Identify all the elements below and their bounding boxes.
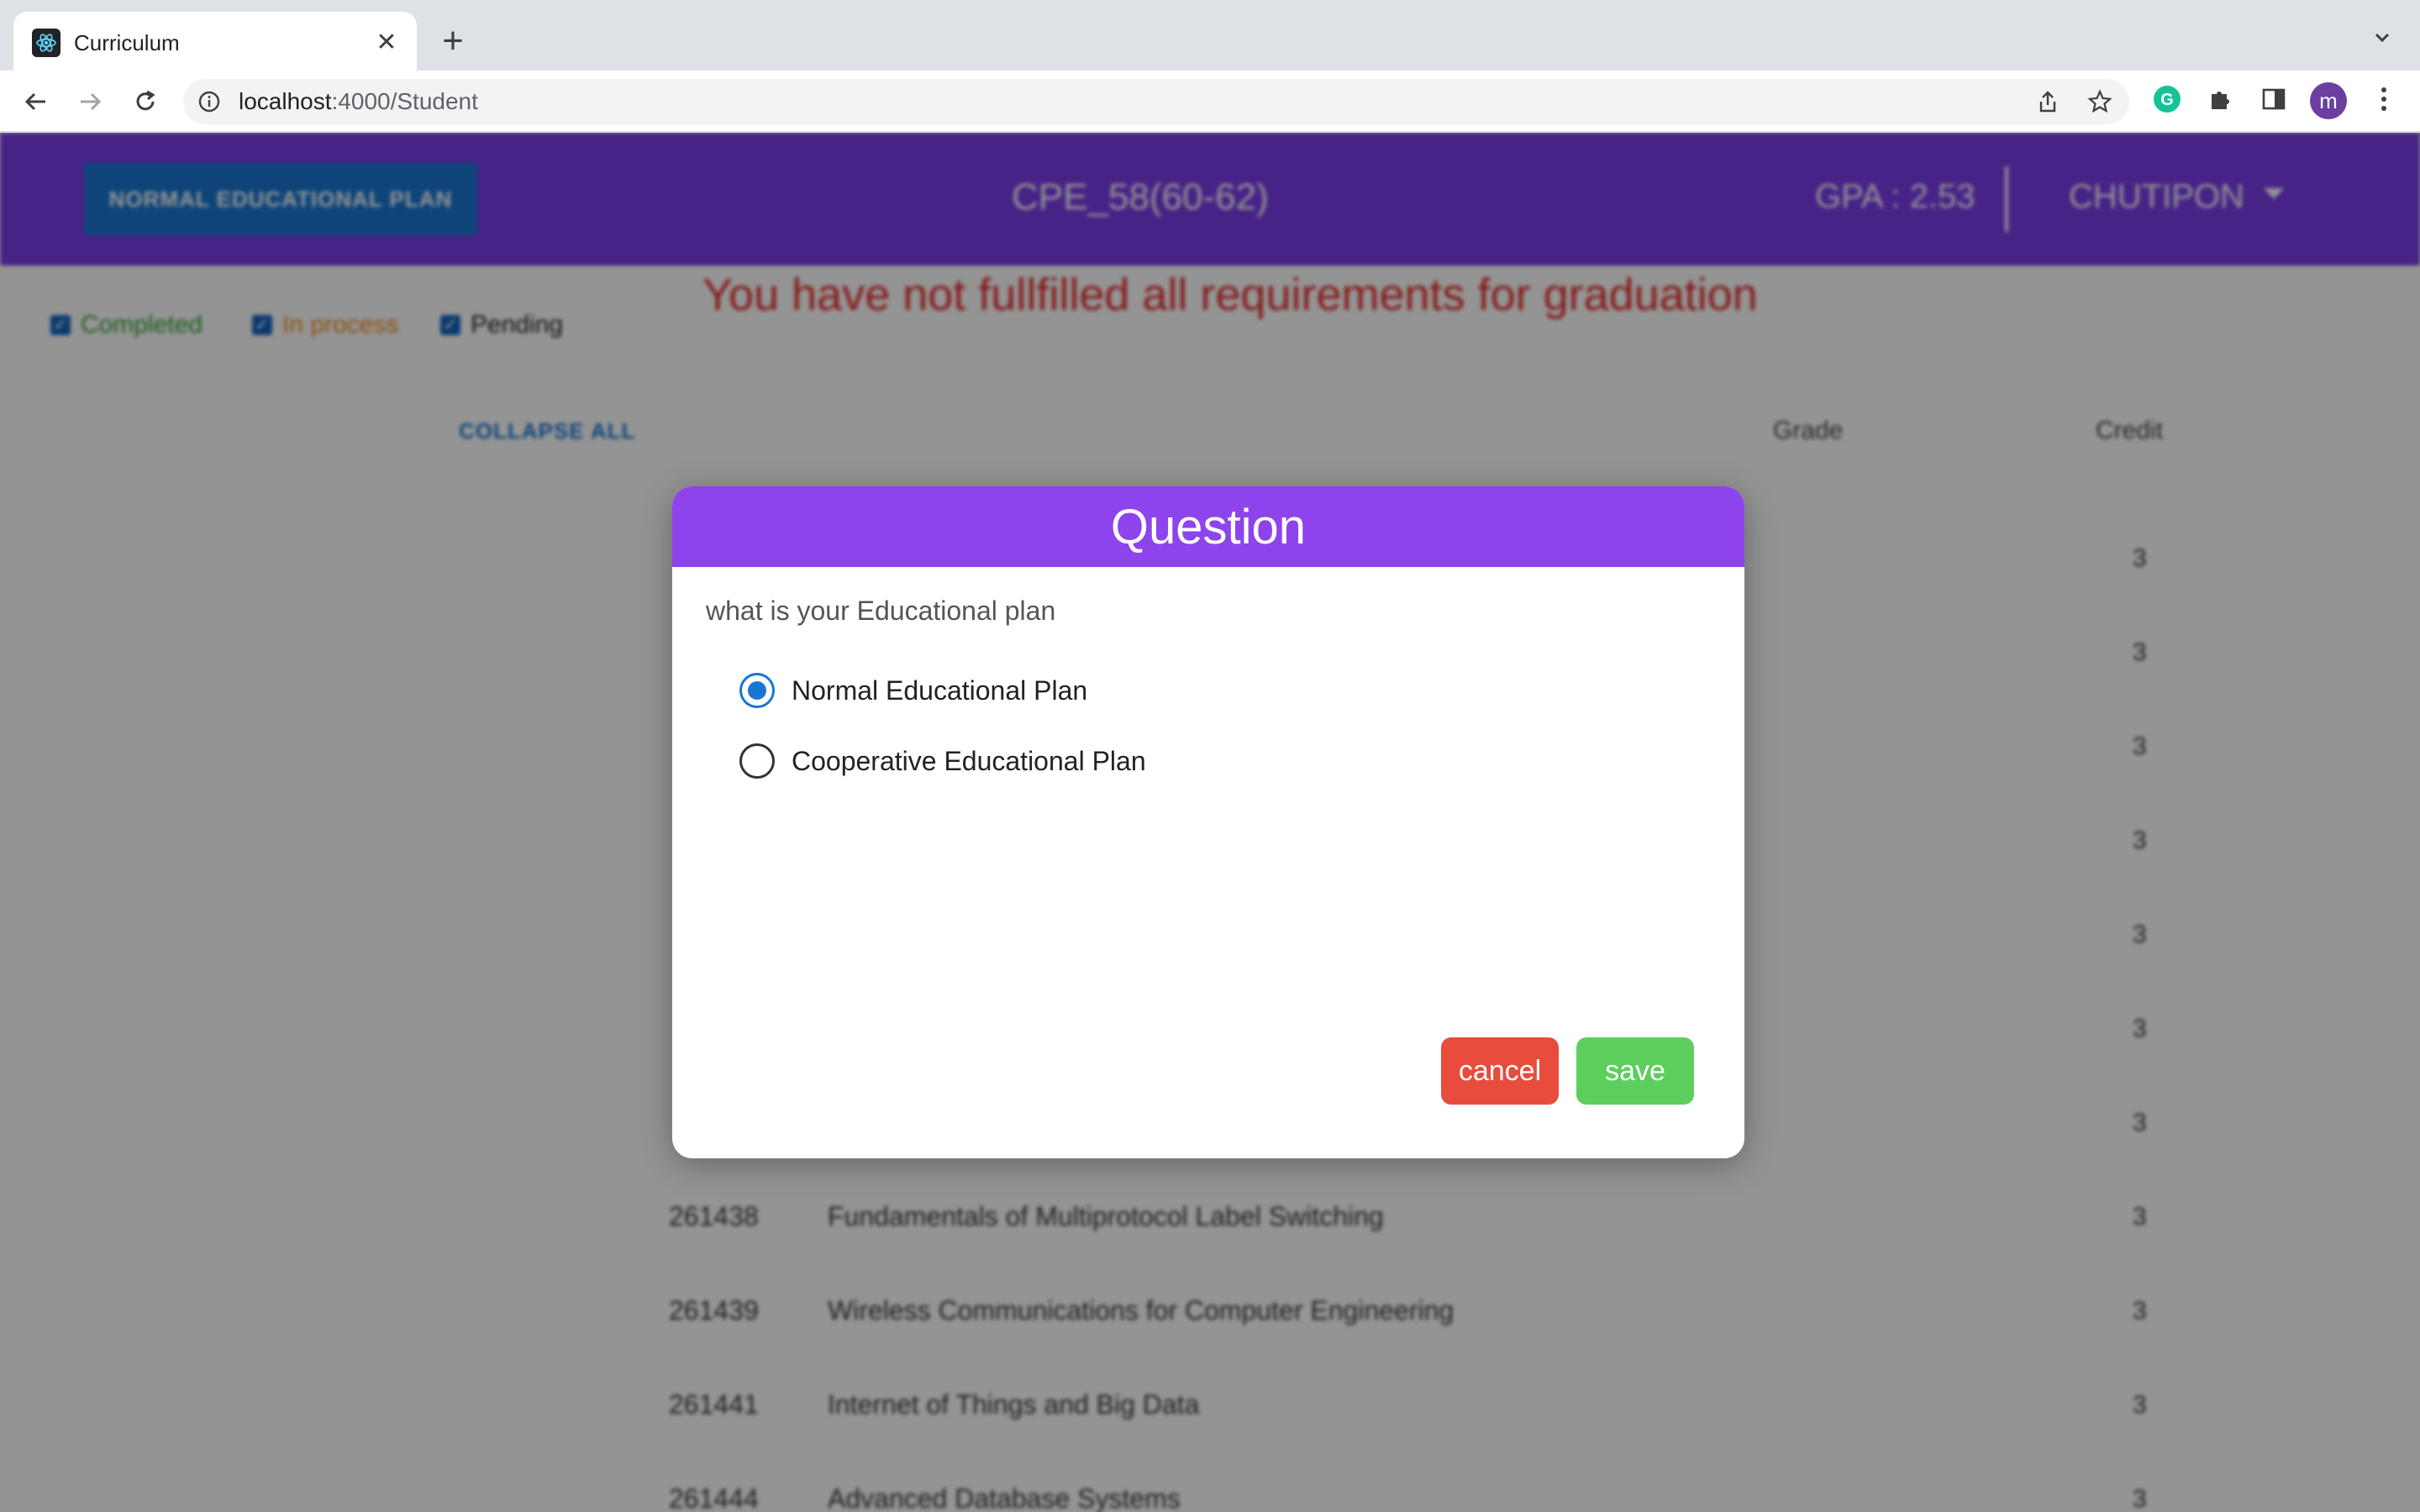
option-label: Cooperative Educational Plan bbox=[792, 745, 1146, 776]
tab-search-chevron-icon[interactable] bbox=[2370, 25, 2395, 50]
side-panel-icon[interactable] bbox=[2255, 81, 2292, 118]
bookmark-star-icon[interactable] bbox=[2087, 89, 2112, 114]
cancel-button[interactable]: cancel bbox=[1441, 1037, 1559, 1105]
address-bar[interactable]: localhost:4000/Student bbox=[183, 79, 2129, 124]
forward-icon[interactable] bbox=[69, 81, 111, 123]
save-button[interactable]: save bbox=[1576, 1037, 1694, 1105]
extensions-puzzle-icon[interactable] bbox=[2202, 81, 2238, 118]
option-cooperative-plan[interactable]: Cooperative Educational Plan bbox=[739, 743, 1146, 779]
radio-unselected-icon[interactable] bbox=[739, 743, 775, 779]
browser-tab-bar: Curriculum ✕ + bbox=[0, 0, 2420, 71]
dialog-title: Question bbox=[672, 486, 1744, 567]
svg-text:G: G bbox=[2160, 91, 2174, 109]
dialog-prompt: what is your Educational plan bbox=[706, 596, 1056, 626]
grammarly-icon[interactable]: G bbox=[2149, 81, 2186, 118]
profile-avatar[interactable]: m bbox=[2310, 82, 2347, 119]
new-tab-icon[interactable]: + bbox=[434, 22, 472, 60]
url-text: localhost:4000/Student bbox=[239, 88, 478, 114]
browser-menu-icon[interactable] bbox=[2365, 81, 2402, 118]
close-tab-icon[interactable]: ✕ bbox=[370, 25, 403, 59]
share-icon[interactable] bbox=[2035, 89, 2060, 114]
back-icon[interactable] bbox=[15, 81, 57, 123]
reload-icon[interactable] bbox=[124, 81, 166, 123]
react-favicon-icon bbox=[32, 29, 60, 57]
site-info-icon[interactable] bbox=[197, 89, 222, 114]
option-normal-plan[interactable]: Normal Educational Plan bbox=[739, 673, 1087, 708]
tab-title: Curriculum bbox=[74, 30, 180, 55]
browser-toolbar: localhost:4000/Student G m bbox=[0, 71, 2420, 133]
educational-plan-dialog: Question what is your Educational plan N… bbox=[672, 486, 1744, 1158]
option-label: Normal Educational Plan bbox=[792, 675, 1088, 706]
radio-selected-icon[interactable] bbox=[739, 673, 775, 708]
browser-tab[interactable]: Curriculum ✕ bbox=[13, 12, 417, 71]
